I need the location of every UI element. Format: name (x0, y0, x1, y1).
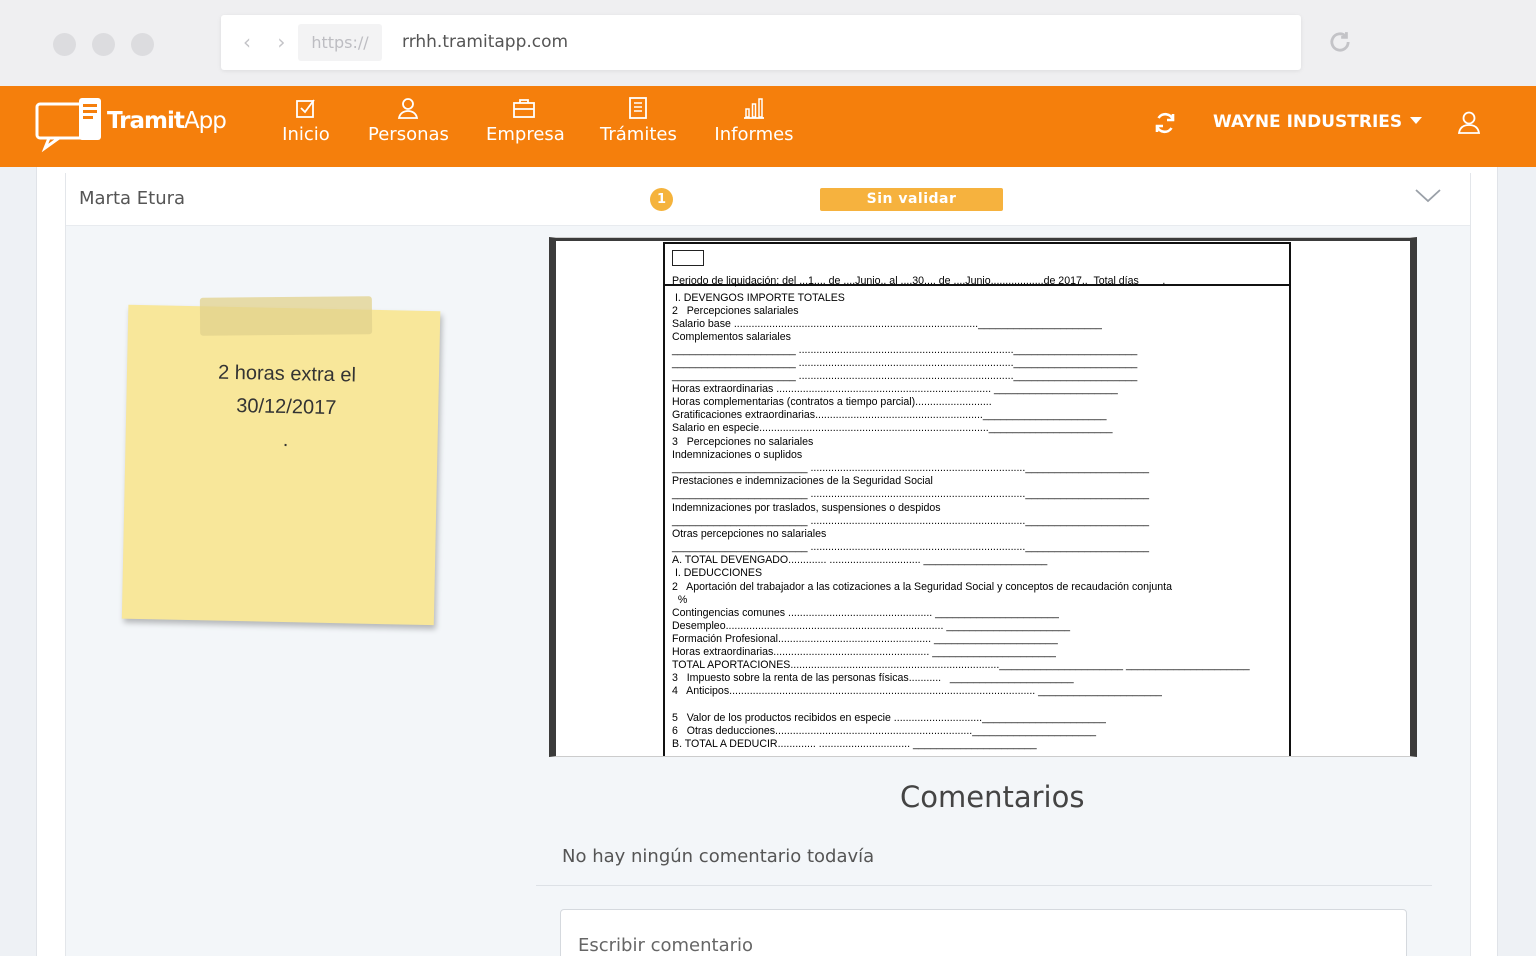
document-line: % (672, 594, 688, 606)
window-minimize-dot[interactable] (92, 33, 115, 56)
person-name: Marta Etura (79, 188, 186, 209)
tramitapp-logo[interactable]: TramitApp (35, 96, 235, 156)
document-line: Desempleo...............................… (672, 620, 1071, 632)
nav-personas[interactable]: Personas (368, 96, 449, 145)
document-line: _______________________ ................… (672, 462, 1150, 474)
document-line: Otras percepciones no salariales (672, 528, 827, 540)
document-line: 4 Anticipos.............................… (672, 685, 1162, 697)
status-badge: Sin validar (820, 188, 1003, 211)
count-badge: 1 (650, 188, 673, 211)
document-line: A. TOTAL DEVENGADO............. ........… (672, 554, 1048, 566)
document-line: TOTAL APORTACIONES......................… (672, 659, 1250, 671)
logo-wordmark: TramitApp (107, 108, 227, 134)
document-line: 3 Percepciones no salariales (672, 436, 814, 448)
comments-divider (536, 885, 1432, 886)
address-bar[interactable]: ‹ › https:// rrhh.tramitapp.com (221, 15, 1301, 70)
nav-label: Trámites (600, 124, 677, 145)
document-line: _______________________ ................… (672, 515, 1150, 527)
no-comments-text: No hay ningún comentario todavía (562, 846, 875, 867)
document-line: Gratificaciones extraordinarias.........… (672, 409, 1107, 421)
document-preview[interactable]: Periodo de liquidación: del ...1.... de … (549, 237, 1417, 757)
nav-label: Empresa (486, 124, 565, 145)
logo-secondary-text: App (183, 108, 227, 134)
payslip-form: Periodo de liquidación: del ...1.... de … (663, 242, 1291, 756)
reload-icon[interactable] (1326, 28, 1354, 56)
sync-icon[interactable] (1153, 110, 1177, 136)
browser-chrome: ‹ › https:// rrhh.tramitapp.com (0, 0, 1536, 86)
document-line: Salario en especie......................… (672, 422, 1113, 434)
document-line: 6 Otras deducciones.....................… (672, 725, 1096, 737)
document-icon (629, 97, 647, 119)
document-line: _____________________ ..................… (672, 344, 1138, 356)
back-forward-icon[interactable]: ‹ › (243, 30, 295, 54)
nav-empresa[interactable]: Empresa (486, 96, 565, 145)
document-line: Periodo de liquidación: del ...1.... de … (672, 275, 1166, 287)
document-line: _____________________ ..................… (672, 370, 1138, 382)
document-line: Salario base ...........................… (672, 318, 1102, 330)
nav-label: Personas (368, 124, 449, 145)
document-line: 3 Impuesto sobre la renta de las persona… (672, 672, 1074, 684)
nav-tramites[interactable]: Trámites (600, 96, 677, 145)
comment-input[interactable] (560, 909, 1407, 956)
url-text[interactable]: rrhh.tramitapp.com (402, 15, 568, 70)
document-line: 2 Percepciones salariales (672, 305, 799, 317)
document-line: _______________________ ................… (672, 541, 1150, 553)
note-tape (199, 296, 373, 336)
logo-primary-text: Tramit (107, 108, 185, 134)
comments-title: Comentarios (900, 780, 1085, 814)
document-line: I. DEVENGOS IMPORTE TOTALES (672, 292, 845, 304)
document-top-border (556, 238, 1410, 241)
company-selector[interactable]: WAYNE INDUSTRIES (1213, 112, 1423, 132)
document-line: _______________________ ................… (672, 488, 1150, 500)
document-line: B. TOTAL A DEDUCIR............. ........… (672, 738, 1037, 750)
document-line: 5 Valor de los productos recibidos en es… (672, 712, 1106, 724)
document-line: I. DEDUCCIONES (672, 567, 763, 579)
nav-label: Informes (714, 124, 794, 145)
document-line: Complementos salariales (672, 331, 791, 343)
company-name: WAYNE INDUSTRIES (1213, 112, 1403, 132)
document-line: Contingencias comunes ..................… (672, 607, 1059, 619)
window-close-dot[interactable] (53, 33, 76, 56)
user-account-icon[interactable] (1457, 109, 1481, 135)
note-paper: 2 horas extra el 30/12/2017 . (121, 304, 441, 626)
document-line: Formación Profesional...................… (672, 633, 1058, 645)
bar-chart-icon (744, 98, 764, 119)
document-line: _____________________ ..................… (672, 357, 1138, 369)
briefcase-icon (513, 99, 535, 118)
nav-label: Inicio (282, 124, 330, 145)
nav-inicio[interactable]: Inicio (282, 96, 330, 145)
document-line: Indemnizaciones o suplidos (672, 449, 803, 461)
document-line: Indemnizaciones por traslados, suspensio… (672, 502, 941, 514)
document-line: Horas complementarias (contratos a tiemp… (672, 396, 992, 408)
caret-down-icon (1410, 117, 1423, 124)
document-line: 2 Aportación del trabajador a las cotiza… (672, 581, 1172, 593)
sticky-note: 2 horas extra el 30/12/2017 . (121, 304, 447, 634)
form-checkbox (672, 250, 704, 266)
app-header: TramitApp Inicio Personas Empresa Trámit… (0, 86, 1536, 167)
person-icon (397, 98, 419, 119)
note-line: . (282, 428, 289, 452)
record-header[interactable]: Marta Etura 1 Sin validar (66, 173, 1470, 226)
nav-informes[interactable]: Informes (714, 96, 794, 145)
chevron-down-icon[interactable] (1414, 185, 1442, 207)
url-scheme: https:// (298, 24, 382, 61)
document-line: Prestaciones e indemnizaciones de la Seg… (672, 475, 933, 487)
chat-bubble-logo-icon (35, 98, 101, 153)
window-maximize-dot[interactable] (131, 33, 154, 56)
document-line: Horas extraordinarias ..................… (672, 383, 1118, 395)
document-line: Horas extraordinarias...................… (672, 646, 1056, 658)
note-text: 2 horas extra el 30/12/2017 . (125, 355, 447, 461)
checkbox-icon (296, 99, 315, 118)
